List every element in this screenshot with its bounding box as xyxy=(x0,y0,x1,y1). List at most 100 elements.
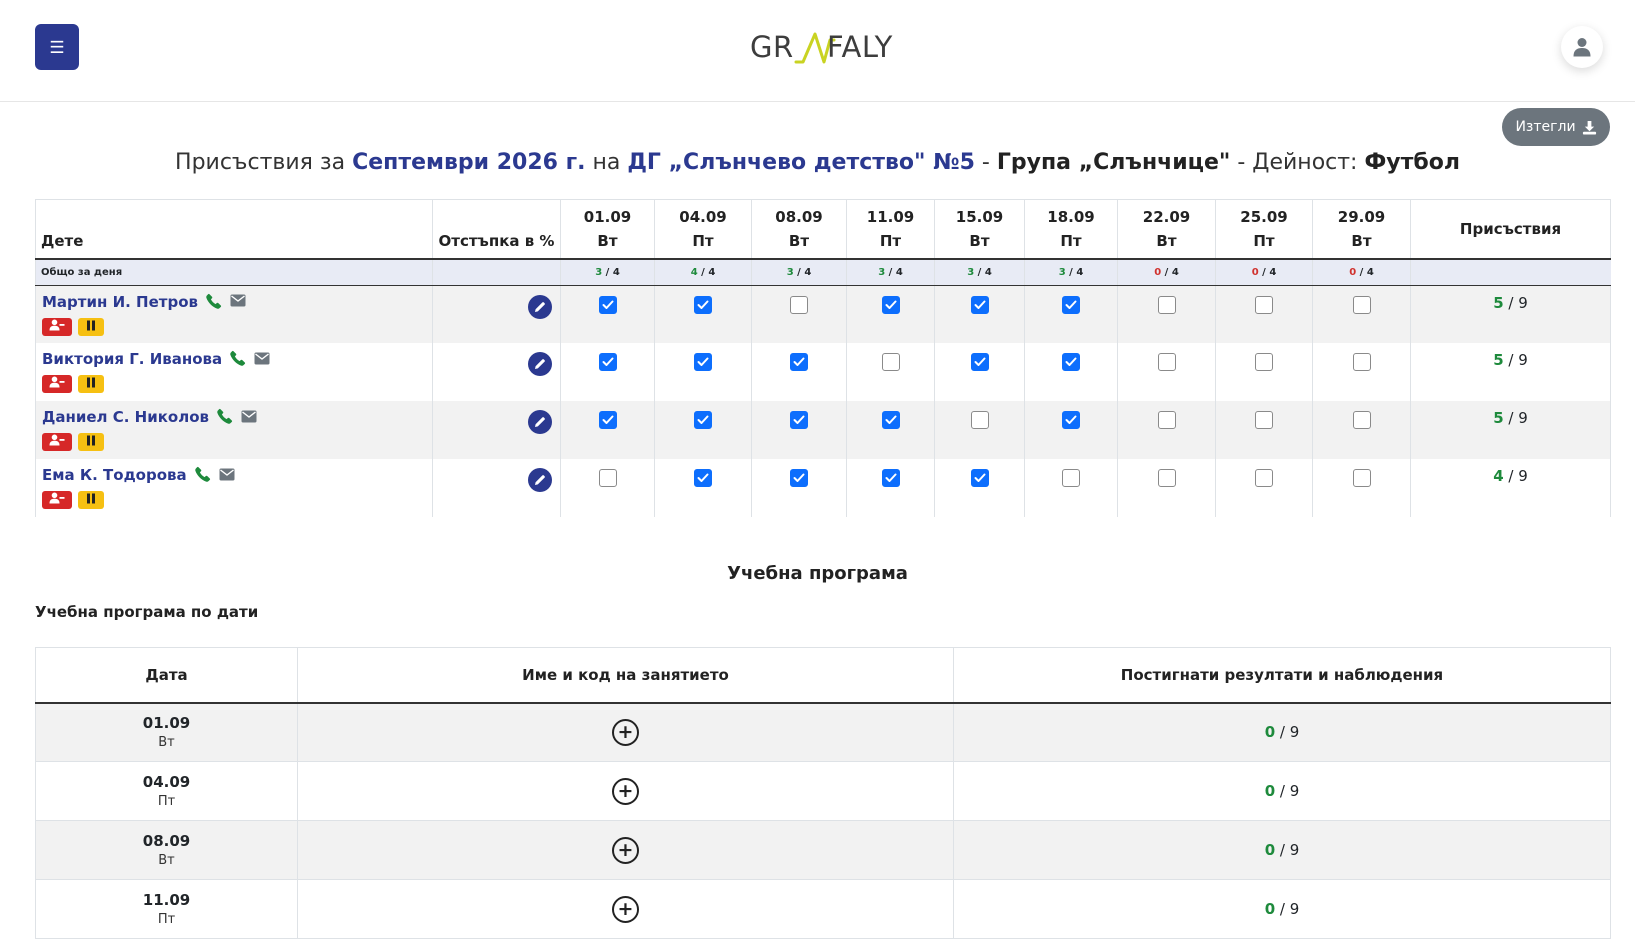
program-header-row: Дата Име и код на занятието Постигнати р… xyxy=(35,647,1611,704)
mail-icon[interactable] xyxy=(241,410,257,427)
attendance-checkbox[interactable] xyxy=(598,353,617,371)
phone-icon[interactable] xyxy=(194,466,211,486)
date-label: 18.09 xyxy=(1047,208,1095,226)
attendance-checkbox[interactable] xyxy=(790,295,808,314)
attendance-checkbox[interactable] xyxy=(881,469,900,487)
pause-button[interactable] xyxy=(78,433,104,451)
attendance-header-row: Дете Отстъпка в % 01.09 Вт 04.09 Пт 08.09 Вт 1… xyxy=(35,199,1611,260)
edit-discount-button[interactable] xyxy=(528,352,552,376)
count-separator: / xyxy=(1275,782,1290,800)
attendance-checkbox[interactable] xyxy=(1157,353,1176,371)
edit-discount-button[interactable] xyxy=(528,294,552,319)
column-header-date: 22.09 Вт xyxy=(1117,199,1216,260)
discount-cell xyxy=(432,459,561,517)
attendance-checkbox[interactable] xyxy=(598,411,617,429)
column-header-total: Присъствия xyxy=(1410,199,1611,260)
add-lesson-button[interactable]: + xyxy=(612,777,639,805)
attendance-checkbox[interactable] xyxy=(881,411,900,429)
pause-button[interactable] xyxy=(78,317,104,336)
attendance-checkbox[interactable] xyxy=(694,295,712,314)
attendance-checkbox[interactable] xyxy=(1255,469,1273,487)
attendance-checkbox[interactable] xyxy=(598,469,617,487)
child-cell: Ема К. Тодорова xyxy=(35,459,433,517)
attendance-checkbox[interactable] xyxy=(694,411,712,429)
child-name-link[interactable]: Ема К. Тодорова xyxy=(42,466,187,484)
count-separator: / xyxy=(1503,409,1519,427)
date-label: 22.09 xyxy=(1142,208,1191,226)
attendance-checkbox[interactable] xyxy=(970,469,989,487)
attendance-checkbox[interactable] xyxy=(790,353,808,371)
attendance-checkbox[interactable] xyxy=(1352,353,1371,371)
attendance-checkbox[interactable] xyxy=(598,295,617,314)
count-separator: / xyxy=(1065,266,1077,278)
discount-cell xyxy=(432,401,561,459)
add-lesson-button[interactable]: + xyxy=(612,895,639,923)
phone-icon[interactable] xyxy=(230,350,246,370)
attendance-cell xyxy=(560,343,655,401)
attendance-checkbox[interactable] xyxy=(881,295,900,314)
daily-total-count: 4 xyxy=(895,266,903,278)
title-text: - Дейност: xyxy=(1230,150,1365,175)
mail-icon[interactable] xyxy=(254,352,270,369)
attendance-checkbox[interactable] xyxy=(1255,411,1273,429)
pause-button[interactable] xyxy=(78,491,104,509)
attendance-checkbox[interactable] xyxy=(1062,295,1080,314)
attendance-cell xyxy=(1024,343,1118,401)
attendance-cell xyxy=(560,459,655,517)
attendance-checkbox[interactable] xyxy=(1157,411,1176,429)
add-lesson-button[interactable]: + xyxy=(612,718,639,746)
attendance-cell xyxy=(1215,459,1313,517)
check-icon xyxy=(1065,415,1077,425)
summary-label: Общо за деня xyxy=(35,259,433,286)
date-label: 01.09 xyxy=(583,208,632,226)
program-title: Учебна програма xyxy=(727,563,908,584)
remove-child-button[interactable] xyxy=(42,317,72,336)
attendance-checkbox[interactable] xyxy=(790,469,808,487)
count-separator: / xyxy=(974,266,985,278)
attendance-checkbox[interactable] xyxy=(970,411,989,429)
phone-icon[interactable] xyxy=(217,408,233,428)
child-name-link[interactable]: Даниел С. Николов xyxy=(42,408,209,426)
attendance-checkbox[interactable] xyxy=(1352,411,1371,429)
summary-empty xyxy=(1410,259,1611,286)
check-icon xyxy=(793,357,805,367)
download-button[interactable]: Изтегли xyxy=(1502,108,1610,146)
attendance-checkbox[interactable] xyxy=(1062,353,1080,371)
download-icon xyxy=(1582,120,1596,135)
attendance-checkbox[interactable] xyxy=(1255,353,1273,371)
logo-text-left: GR xyxy=(750,30,794,64)
user-avatar-button[interactable] xyxy=(1561,26,1603,68)
attendance-checkbox[interactable] xyxy=(1062,469,1080,487)
child-name-link[interactable]: Мартин И. Петров xyxy=(42,293,198,311)
weekday-label: Вт xyxy=(597,232,618,250)
attendance-checkbox[interactable] xyxy=(1255,295,1273,314)
mail-icon[interactable] xyxy=(230,294,246,311)
mail-icon[interactable] xyxy=(219,468,235,485)
add-lesson-button[interactable]: + xyxy=(612,836,639,864)
child-name-link[interactable]: Виктория Г. Иванова xyxy=(42,350,222,368)
attendance-checkbox[interactable] xyxy=(1352,469,1371,487)
phone-icon[interactable] xyxy=(206,293,222,313)
attendance-checkbox[interactable] xyxy=(1157,469,1176,487)
remove-child-button[interactable] xyxy=(42,375,72,393)
attendance-cell xyxy=(934,343,1025,401)
attendance-checkbox[interactable] xyxy=(790,411,808,429)
attendance-checkbox[interactable] xyxy=(881,353,900,371)
attendance-checkbox[interactable] xyxy=(694,353,712,371)
edit-discount-button[interactable] xyxy=(528,410,552,434)
attendance-checkbox[interactable] xyxy=(970,295,989,314)
pause-button[interactable] xyxy=(78,375,104,393)
attendance-checkbox[interactable] xyxy=(694,469,712,487)
remove-child-button[interactable] xyxy=(42,433,72,451)
attendance-checkbox[interactable] xyxy=(970,353,989,371)
remove-child-button[interactable] xyxy=(42,491,72,509)
program-lesson-cell: + xyxy=(297,761,954,821)
pause-icon xyxy=(86,492,96,508)
logo[interactable]: GR FALY xyxy=(748,26,893,68)
attendance-cell xyxy=(934,459,1025,517)
edit-discount-button[interactable] xyxy=(528,468,552,492)
attendance-checkbox[interactable] xyxy=(1062,411,1080,429)
attendance-checkbox[interactable] xyxy=(1352,295,1371,314)
attendance-checkbox[interactable] xyxy=(1157,295,1176,314)
menu-button[interactable]: ☰ xyxy=(35,24,79,70)
